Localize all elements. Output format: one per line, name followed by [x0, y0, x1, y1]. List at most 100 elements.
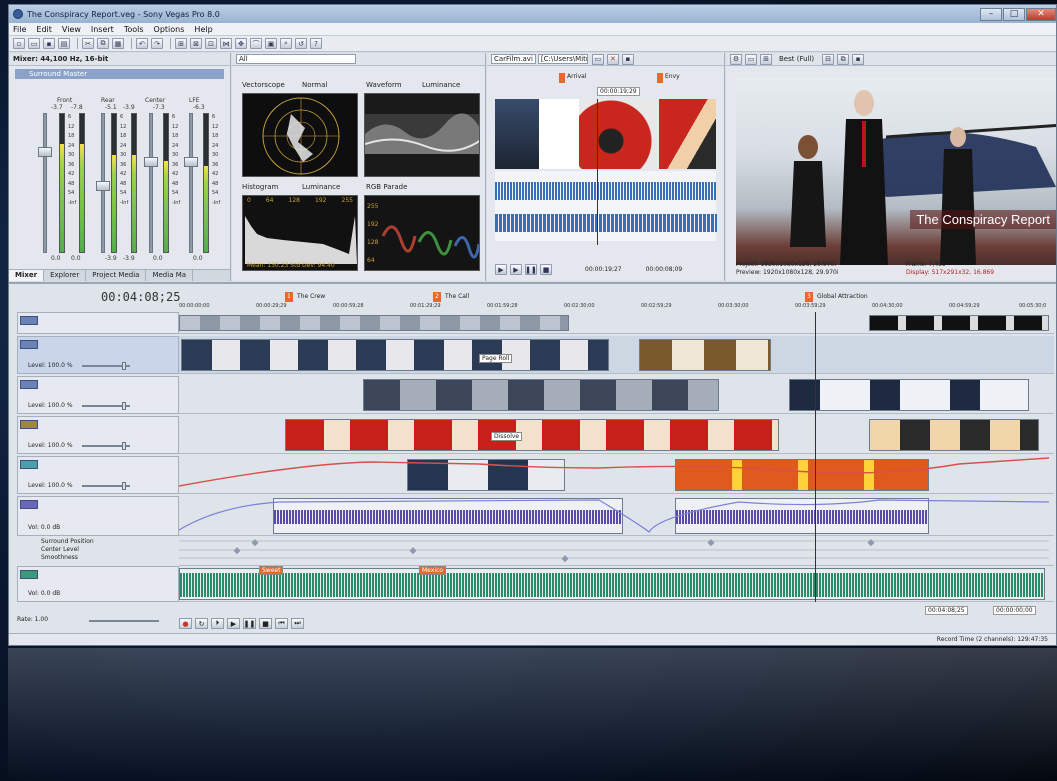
track-level-slider[interactable] [82, 442, 130, 450]
overlays-icon[interactable]: ⊟ [822, 53, 835, 65]
render-icon[interactable]: ▤ [58, 38, 70, 49]
loop-icon[interactable]: ↻ [195, 618, 208, 629]
track-level-slider[interactable] [82, 402, 130, 410]
cut-icon[interactable]: ✂ [82, 38, 94, 49]
composite-envelope[interactable] [179, 456, 1049, 494]
tab-explorer[interactable]: Explorer [44, 270, 87, 281]
timeline-clip[interactable] [639, 339, 771, 371]
track-header[interactable]: Level: 100.0 % [17, 456, 179, 494]
center-fader[interactable] [144, 157, 158, 167]
track-header[interactable]: Level: 100.0 % [17, 416, 179, 454]
rate-slider[interactable] [89, 620, 159, 622]
play-from-start-icon[interactable]: ⏵ [211, 618, 224, 629]
timeline-marker[interactable]: 1 The Crew [285, 292, 325, 302]
menu-view[interactable]: View [62, 25, 81, 34]
timeline-cursor[interactable] [815, 312, 816, 602]
envelope-edit-icon[interactable]: ⌒ [250, 38, 262, 49]
timeline-clip[interactable] [869, 315, 1049, 331]
undo-icon[interactable]: ↶ [136, 38, 148, 49]
zoom-icon[interactable]: ⌕ [280, 38, 292, 49]
timeline-marker[interactable]: 3 Global Attraction [805, 292, 868, 302]
stop-icon[interactable]: ■ [259, 618, 272, 629]
timeline-clip[interactable] [363, 379, 719, 411]
trimmer-marker-envy[interactable] [657, 73, 663, 83]
menu-tools[interactable]: Tools [124, 25, 144, 34]
envelope-item[interactable]: Center Level [41, 546, 94, 554]
surround-envelope-points[interactable] [179, 536, 1049, 566]
go-to-start-icon[interactable]: ⏮ [275, 618, 288, 629]
menu-help[interactable]: Help [194, 25, 212, 34]
stop-icon[interactable]: ■ [540, 264, 552, 275]
track-level-slider[interactable] [82, 482, 130, 490]
minimize-button[interactable]: – [980, 7, 1002, 21]
waveform-mode[interactable]: Luminance [422, 81, 460, 89]
timeline-marker[interactable]: 2 The Call [433, 292, 469, 302]
tab-mixer[interactable]: Mixer [9, 270, 45, 281]
menu-options[interactable]: Options [154, 25, 185, 34]
track-level-slider[interactable] [82, 362, 130, 370]
timeline-clip[interactable] [869, 419, 1039, 451]
new-icon[interactable]: ▫ [13, 38, 25, 49]
close-button[interactable]: ✕ [1026, 7, 1056, 21]
slider-thumb[interactable] [122, 362, 126, 370]
track-header[interactable]: Vol: 0.0 dB [17, 566, 179, 602]
play-icon[interactable]: ▶ [227, 618, 240, 629]
timeline-clip[interactable] [789, 379, 1029, 411]
normal-edit-icon[interactable]: ✥ [235, 38, 247, 49]
trimmer-save-icon[interactable]: ▪ [621, 53, 634, 65]
maximize-button[interactable]: □ [1003, 7, 1025, 21]
region-label[interactable]: Sweet [259, 566, 284, 575]
tab-project-media[interactable]: Project Media [86, 270, 147, 281]
copy-icon[interactable]: ⧉ [97, 38, 109, 49]
play-start-icon[interactable]: ▶ [495, 264, 507, 275]
track-header[interactable]: Vol: 0.0 dB [17, 496, 179, 536]
slider-thumb[interactable] [122, 442, 126, 450]
menu-insert[interactable]: Insert [91, 25, 114, 34]
track-header[interactable] [17, 312, 179, 334]
vectorscope-mode[interactable]: Normal [302, 81, 327, 89]
envelope-item[interactable]: Surround Position [41, 538, 94, 546]
slider-thumb[interactable] [122, 482, 126, 490]
split-screen-icon[interactable]: ⊞ [760, 53, 772, 65]
timeline-clip[interactable] [179, 315, 569, 331]
volume-envelope[interactable] [179, 496, 1049, 536]
trimmer-file-select[interactable]: CarFilm.avi [491, 54, 536, 64]
track-header[interactable]: Level: 100.0 % [17, 376, 179, 414]
tab-media-manager[interactable]: Media Ma [146, 270, 194, 281]
front-fader[interactable] [38, 147, 52, 157]
menu-edit[interactable]: Edit [36, 25, 52, 34]
rear-fader[interactable] [96, 181, 110, 191]
trimmer-folder-icon[interactable]: ▭ [591, 53, 604, 65]
region-label[interactable]: Mexico [419, 566, 446, 575]
timeline-clip[interactable] [285, 419, 779, 451]
save-icon[interactable]: ▪ [43, 38, 55, 49]
histogram-mode[interactable]: Luminance [302, 183, 340, 191]
surround-master-selector[interactable]: Surround Master [15, 69, 224, 79]
open-icon[interactable]: ▭ [28, 38, 40, 49]
audio-clip[interactable] [179, 568, 1045, 600]
redo-icon[interactable]: ↷ [151, 38, 163, 49]
selection-edit-icon[interactable]: ▣ [265, 38, 277, 49]
crossfade-icon[interactable]: ⋈ [220, 38, 232, 49]
trimmer-marker-arrival[interactable] [559, 73, 565, 83]
record-icon[interactable]: ● [179, 618, 192, 629]
autoripple-icon[interactable]: ⊠ [190, 38, 202, 49]
scope-select[interactable]: All [236, 54, 356, 64]
track-header[interactable]: Level: 100.0 % [17, 336, 179, 374]
play-icon[interactable]: ▶ [510, 264, 522, 275]
menu-file[interactable]: File [13, 25, 26, 34]
timeline-clip[interactable] [181, 339, 609, 371]
lock-icon[interactable]: ⊡ [205, 38, 217, 49]
envelope-item[interactable]: Smoothness [41, 554, 94, 562]
paste-icon[interactable]: ▦ [112, 38, 124, 49]
slider-thumb[interactable] [122, 402, 126, 410]
pause-icon[interactable]: ❚❚ [243, 618, 256, 629]
preview-quality-select[interactable]: Best (Full) [779, 55, 814, 63]
undo-history-icon[interactable]: ↺ [295, 38, 307, 49]
preview-settings-icon[interactable]: ⚙ [730, 53, 742, 65]
whats-this-icon[interactable]: ? [310, 38, 322, 49]
snap-icon[interactable]: ⊞ [175, 38, 187, 49]
save-snapshot-icon[interactable]: ▪ [852, 53, 865, 65]
timeline-ruler[interactable]: 00:00:00;00 00:00:29;29 00:00:59;28 00:0… [179, 292, 1056, 310]
external-monitor-icon[interactable]: ▭ [745, 53, 757, 65]
